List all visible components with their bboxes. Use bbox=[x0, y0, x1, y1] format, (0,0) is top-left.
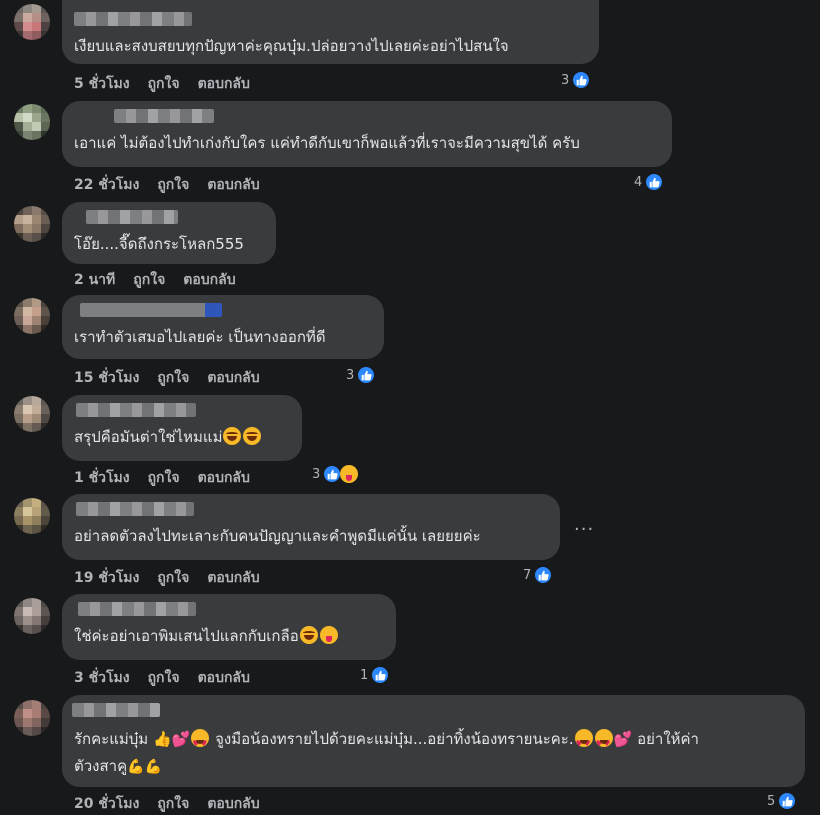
comment-time[interactable]: 3 ชั่วโมง bbox=[74, 667, 130, 689]
reaction-count[interactable]: 3 bbox=[312, 464, 359, 484]
avatar[interactable] bbox=[14, 4, 50, 40]
reaction-count[interactable]: 7 bbox=[523, 565, 554, 585]
commenter-name[interactable] bbox=[72, 703, 160, 717]
like-link[interactable]: ถูกใจ bbox=[148, 73, 180, 95]
avatar[interactable] bbox=[14, 298, 50, 334]
flexed-arm-emoji-icon: 💪 bbox=[127, 759, 145, 775]
haha-reaction-icon bbox=[340, 465, 359, 483]
like-link[interactable]: ถูกใจ bbox=[133, 269, 165, 291]
comment-actions: 20 ชั่วโมง ถูกใจ ตอบกลับ bbox=[74, 793, 260, 815]
rofl-emoji-icon bbox=[243, 427, 262, 445]
reaction-number: 7 bbox=[523, 567, 532, 583]
like-link[interactable]: ถูกใจ bbox=[157, 174, 189, 196]
heart-eyes-emoji-icon bbox=[191, 729, 210, 757]
comment-text: เงียบและสงบสยบทุกปัญหาค่ะคุณบุ๋ม.ปล่อยวา… bbox=[74, 37, 509, 55]
commenter-name[interactable] bbox=[76, 403, 196, 417]
like-reaction-icon bbox=[370, 665, 391, 685]
like-reaction-icon bbox=[571, 70, 592, 90]
avatar[interactable] bbox=[14, 396, 50, 432]
reply-link[interactable]: ตอบกลับ bbox=[198, 667, 250, 689]
avatar[interactable] bbox=[14, 598, 50, 634]
comment-actions: 15 ชั่วโมง ถูกใจ ตอบกลับ bbox=[74, 367, 260, 389]
comment-time[interactable]: 19 ชั่วโมง bbox=[74, 567, 139, 589]
reply-link[interactable]: ตอบกลับ bbox=[183, 269, 235, 291]
like-link[interactable]: ถูกใจ bbox=[157, 793, 189, 815]
comment-time[interactable]: 22 ชั่วโมง bbox=[74, 174, 139, 196]
comment-bubble: อย่าลดตัวลงไปทะเลาะกับคนปัญญาและคำพูดมีแ… bbox=[62, 494, 560, 560]
comment-time[interactable]: 1 ชั่วโมง bbox=[74, 467, 130, 489]
commenter-name[interactable] bbox=[78, 602, 196, 616]
comment-bubble: โอ๊ย....จี๊ดถึงกระโหลก555 bbox=[62, 202, 276, 264]
like-reaction-icon bbox=[777, 791, 798, 811]
reaction-number: 3 bbox=[561, 72, 570, 88]
reaction-number: 3 bbox=[312, 466, 321, 482]
heart-eyes-emoji-icon bbox=[594, 729, 613, 757]
thumbs-up-emoji-icon: 👍 bbox=[152, 730, 172, 748]
like-reaction-icon bbox=[533, 565, 554, 585]
commenter-name[interactable] bbox=[80, 303, 222, 317]
commenter-name[interactable] bbox=[76, 502, 194, 516]
comment-bubble: ใช่ค่ะอย่าเอาพิมเสนไปแลกกับเกลือ bbox=[62, 594, 396, 660]
reply-link[interactable]: ตอบกลับ bbox=[207, 174, 259, 196]
reply-link[interactable]: ตอบกลับ bbox=[207, 567, 259, 589]
reply-link[interactable]: ตอบกลับ bbox=[198, 73, 250, 95]
reaction-count[interactable]: 3 bbox=[561, 70, 592, 90]
comment-bubble: รักคะแม่บุ๋ม 👍💕 จูงมือน้องทรายไปด้วยคะแม… bbox=[62, 695, 805, 787]
like-reaction-icon bbox=[356, 365, 377, 385]
commenter-name[interactable] bbox=[114, 109, 214, 123]
comment-time[interactable]: 5 ชั่วโมง bbox=[74, 73, 130, 95]
hearts-emoji-icon: 💕 bbox=[613, 730, 633, 748]
rofl-emoji-icon bbox=[299, 626, 318, 644]
comment-text: เราทำตัวเสมอไปเลยค่ะ เป็นทางออกที่ดี bbox=[74, 328, 326, 346]
comment-bubble: สรุปคือมันต่าใช่ไหมแม่ bbox=[62, 395, 302, 461]
reaction-count[interactable]: 4 bbox=[634, 172, 665, 192]
comment-text: เอาแค่ ไม่ต้องไปทำเก่งกับใคร แค่ทำดีกับเ… bbox=[74, 134, 580, 152]
hearts-emoji-icon: 💕 bbox=[171, 730, 191, 748]
avatar[interactable] bbox=[14, 498, 50, 534]
reaction-number: 4 bbox=[634, 174, 643, 190]
reply-link[interactable]: ตอบกลับ bbox=[198, 467, 250, 489]
comment-bubble: เงียบและสงบสยบทุกปัญหาค่ะคุณบุ๋ม.ปล่อยวา… bbox=[62, 0, 599, 64]
avatar[interactable] bbox=[14, 104, 50, 140]
comment-actions: 5 ชั่วโมง ถูกใจ ตอบกลับ bbox=[74, 73, 250, 95]
like-link[interactable]: ถูกใจ bbox=[157, 567, 189, 589]
comment-actions: 1 ชั่วโมง ถูกใจ ตอบกลับ bbox=[74, 467, 250, 489]
reaction-count[interactable]: 5 bbox=[767, 791, 798, 811]
reaction-count[interactable]: 3 bbox=[346, 365, 377, 385]
comment-time[interactable]: 15 ชั่วโมง bbox=[74, 367, 139, 389]
comment-text: โอ๊ย....จี๊ดถึงกระโหลก555 bbox=[74, 235, 244, 253]
reaction-number: 3 bbox=[346, 367, 355, 383]
reply-link[interactable]: ตอบกลับ bbox=[207, 367, 259, 389]
comment-text: อย่าลดตัวลงไปทะเลาะกับคนปัญญาและคำพูดมีแ… bbox=[74, 527, 481, 545]
more-options-button[interactable]: ... bbox=[574, 514, 594, 535]
comment-actions: 3 ชั่วโมง ถูกใจ ตอบกลับ bbox=[74, 667, 250, 689]
reaction-count[interactable]: 1 bbox=[360, 665, 391, 685]
like-link[interactable]: ถูกใจ bbox=[157, 367, 189, 389]
reply-link[interactable]: ตอบกลับ bbox=[207, 793, 259, 815]
reaction-number: 5 bbox=[767, 793, 776, 809]
comment-actions: 22 ชั่วโมง ถูกใจ ตอบกลับ bbox=[74, 174, 260, 196]
rofl-emoji-icon bbox=[223, 427, 242, 445]
comment-text: สรุปคือมันต่าใช่ไหมแม่ bbox=[74, 426, 290, 448]
reaction-number: 1 bbox=[360, 667, 369, 683]
winking-tongue-emoji-icon bbox=[319, 626, 338, 644]
like-reaction-icon bbox=[322, 464, 343, 484]
comment-bubble: เอาแค่ ไม่ต้องไปทำเก่งกับใคร แค่ทำดีกับเ… bbox=[62, 101, 672, 167]
avatar[interactable] bbox=[14, 206, 50, 242]
comment-time[interactable]: 2 นาที bbox=[74, 269, 115, 291]
like-link[interactable]: ถูกใจ bbox=[148, 667, 180, 689]
commenter-name[interactable] bbox=[74, 12, 192, 26]
commenter-name[interactable] bbox=[86, 210, 178, 224]
comment-time[interactable]: 20 ชั่วโมง bbox=[74, 793, 139, 815]
comment-text: รักคะแม่บุ๋ม 👍💕 จูงมือน้องทรายไปด้วยคะแม… bbox=[74, 726, 793, 781]
comment-actions: 19 ชั่วโมง ถูกใจ ตอบกลับ bbox=[74, 567, 260, 589]
avatar[interactable] bbox=[14, 700, 50, 736]
comment-bubble: เราทำตัวเสมอไปเลยค่ะ เป็นทางออกที่ดี bbox=[62, 295, 384, 359]
like-reaction-icon bbox=[644, 172, 665, 192]
comment-text: ใช่ค่ะอย่าเอาพิมเสนไปแลกกับเกลือ bbox=[74, 625, 384, 647]
comment-actions: 2 นาที ถูกใจ ตอบกลับ bbox=[74, 269, 236, 291]
heart-eyes-emoji-icon bbox=[574, 729, 593, 757]
like-link[interactable]: ถูกใจ bbox=[148, 467, 180, 489]
flexed-arm-emoji-icon: 💪 bbox=[144, 759, 162, 775]
